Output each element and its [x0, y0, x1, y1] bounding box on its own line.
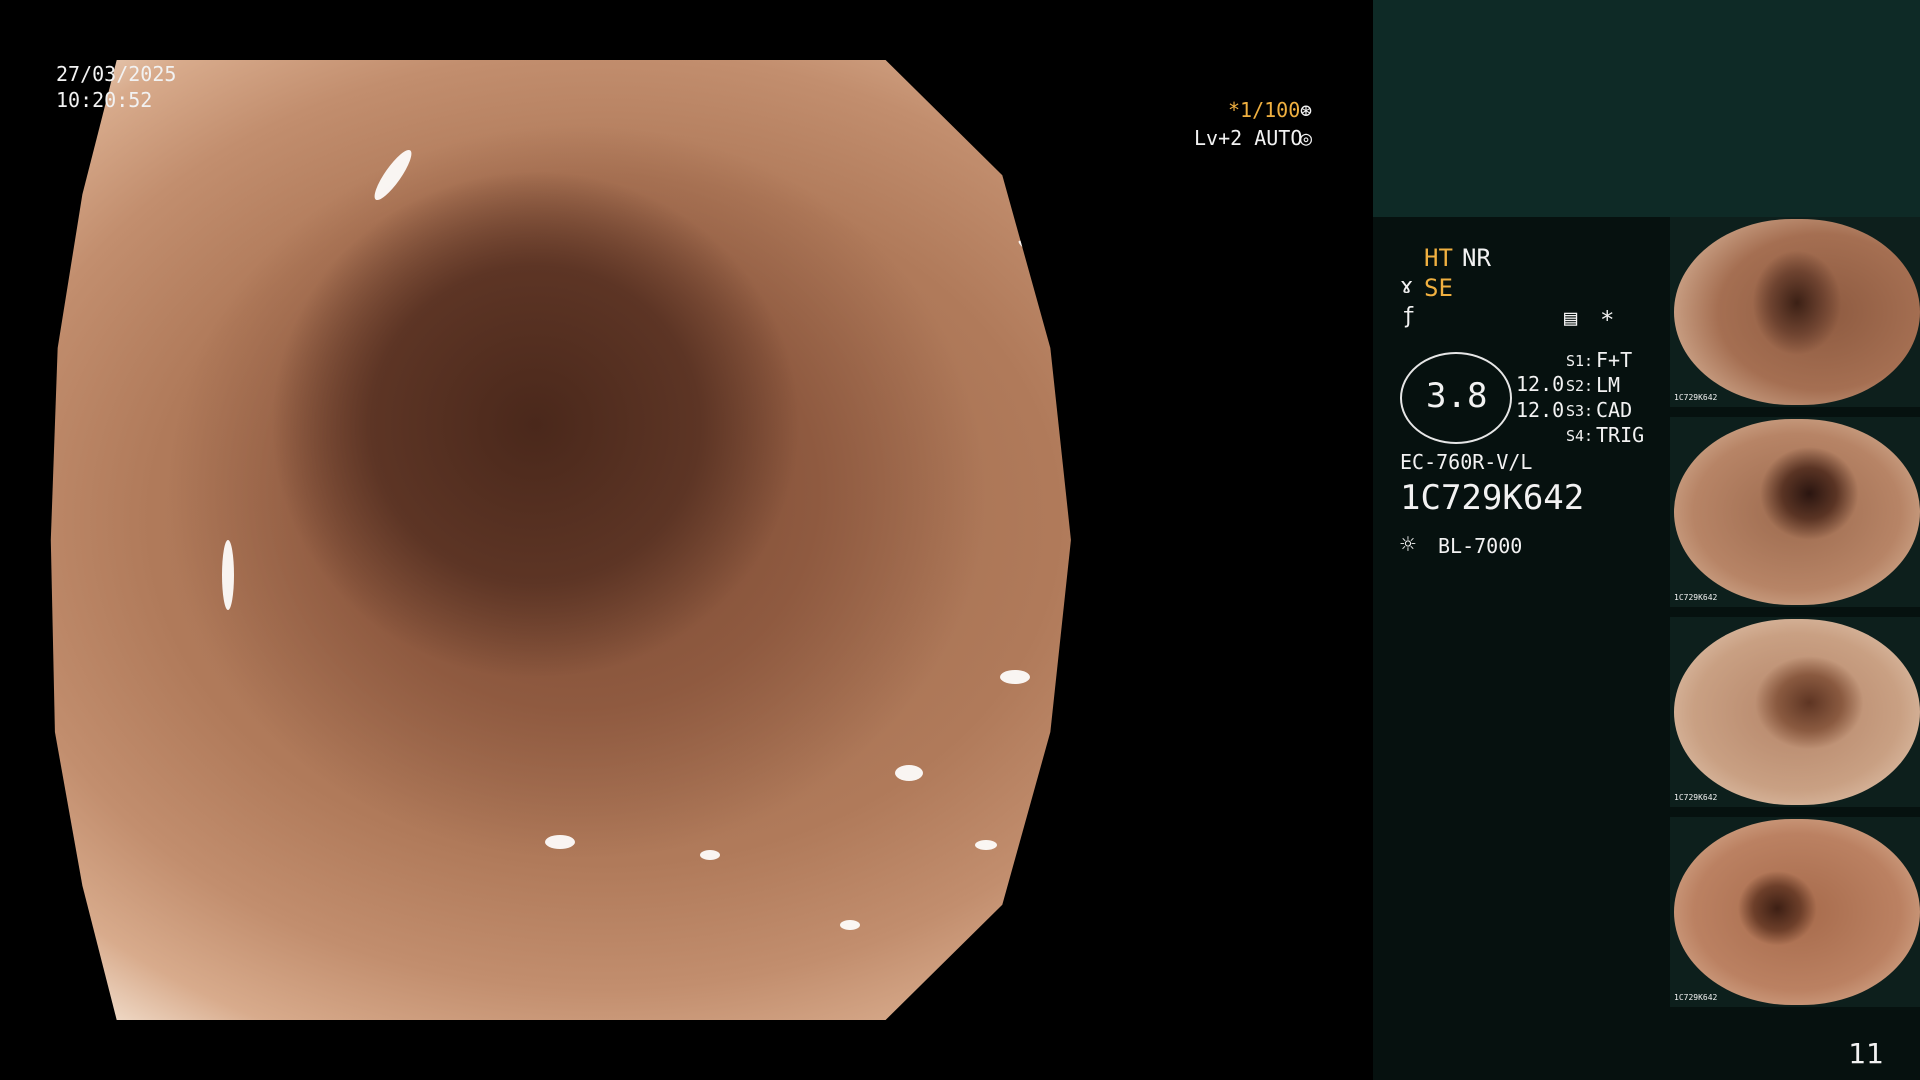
value-b: 12.0	[1516, 398, 1565, 422]
gauge-value: 3.8	[1426, 376, 1488, 416]
thumbnail[interactable]: 1C729K642	[1670, 217, 1920, 407]
s3-value: CAD	[1596, 398, 1633, 422]
glare-highlight	[1110, 365, 1120, 390]
s1-value: F+T	[1596, 348, 1633, 372]
s4-key: S4:	[1566, 427, 1594, 445]
endoscopic-image	[50, 60, 1120, 1020]
scope-model: EC-760R-V/L	[1400, 450, 1533, 474]
thumbnail-serial: 1C729K642	[1674, 793, 1718, 802]
memory-icon: ▤	[1564, 306, 1578, 331]
light-source-icon: ☼	[1400, 530, 1416, 560]
structure-icon: ɤ	[1400, 274, 1414, 299]
thumbnail[interactable]: 1C729K642	[1670, 817, 1920, 1007]
light-source-label: BL-7000	[1438, 534, 1523, 558]
thumbnail-image	[1674, 819, 1920, 1005]
thumbnail-image	[1674, 219, 1920, 405]
ht-label: HT	[1424, 244, 1453, 272]
shutter-display: *1/100	[1228, 98, 1301, 122]
auto-iris-icon: ◎	[1300, 126, 1313, 150]
glare-highlight	[222, 540, 234, 610]
thumbnail[interactable]: 1C729K642	[1670, 417, 1920, 607]
thumbnail-serial: 1C729K642	[1674, 993, 1718, 1002]
thumbnail[interactable]: 1C729K642	[1670, 617, 1920, 807]
asterisk-mark: *	[1600, 306, 1615, 334]
endoscope-main-view: 27/03/2025 10:20:52 *1/100 ⊛ Lv+2 AUTO ◎	[0, 0, 1373, 1080]
color-icon: ƒ	[1402, 304, 1416, 329]
page-number: 11	[1848, 1037, 1884, 1070]
nr-label: NR	[1462, 244, 1491, 272]
thumbnail-image	[1674, 619, 1920, 805]
scope-serial: 1C729K642	[1400, 478, 1585, 518]
s4-value: TRIG	[1596, 423, 1645, 447]
thumbnail-serial: 1C729K642	[1674, 393, 1718, 402]
s2-value: LM	[1596, 373, 1621, 397]
s3-key: S3:	[1566, 402, 1594, 420]
time-display: 10:20:52	[56, 88, 153, 112]
s1-key: S1:	[1566, 352, 1594, 370]
thumbnail-serial: 1C729K642	[1674, 593, 1718, 602]
shutter-mode-icon: ⊛	[1300, 98, 1313, 122]
glare-highlight	[895, 765, 923, 781]
glare-highlight	[975, 840, 997, 850]
thumbnail-image	[1674, 419, 1920, 605]
glare-highlight	[1000, 670, 1030, 684]
glare-highlight	[545, 835, 575, 849]
glare-highlight	[840, 920, 860, 930]
se-label: SE	[1424, 274, 1453, 302]
exposure-display: Lv+2 AUTO	[1194, 126, 1303, 150]
s2-key: S2:	[1566, 377, 1594, 395]
date-display: 27/03/2025	[56, 62, 177, 86]
panel-header	[1373, 0, 1920, 217]
colon-lumen-photo	[50, 60, 1071, 1020]
glare-highlight	[700, 850, 720, 860]
value-a: 12.0	[1516, 372, 1565, 396]
